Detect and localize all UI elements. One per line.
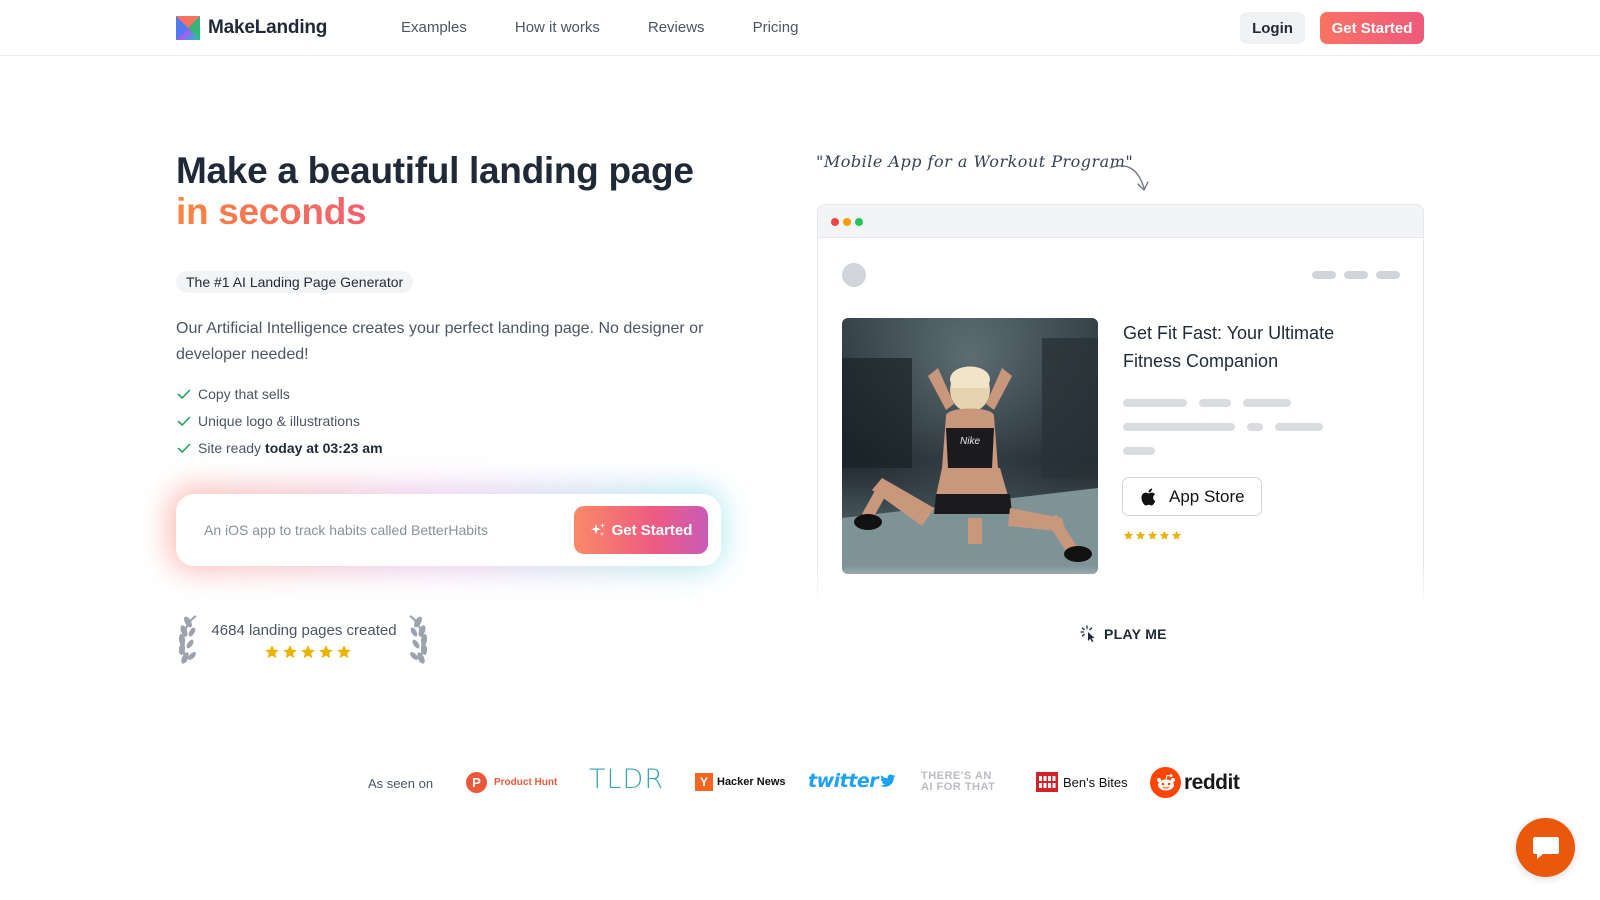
apple-icon — [1141, 488, 1156, 506]
brand[interactable]: MakeLanding — [176, 16, 327, 40]
nav-link-pricing[interactable]: Pricing — [753, 19, 799, 36]
cursor-click-icon — [1080, 625, 1095, 642]
top-nav: MakeLanding Examples How it works Review… — [0, 0, 1600, 56]
feature-text: Unique logo & illustrations — [198, 412, 360, 429]
star-icon — [283, 645, 297, 659]
preview-handnote: "Mobile App for a Workout Program" — [816, 152, 1134, 171]
mock-text-placeholder — [1123, 399, 1187, 407]
hero-badge: The #1 AI Landing Page Generator — [176, 271, 414, 293]
curved-arrow-icon — [1109, 165, 1149, 191]
prompt-form: Get Started — [176, 494, 721, 566]
twitter-bird-icon — [880, 774, 896, 787]
svg-text:Nike: Nike — [960, 436, 980, 447]
star-icon — [1135, 530, 1146, 540]
hero-title-highlight: in seconds — [176, 191, 367, 232]
mock-rating — [1123, 530, 1182, 541]
landing-pages-created: 4684 landing pages created — [211, 622, 397, 639]
appstore-button[interactable]: App Store — [1122, 477, 1262, 516]
mock-nav-placeholder — [1376, 271, 1400, 279]
chat-bubble-icon — [1532, 836, 1559, 859]
aift-text-line2: AI FOR THAT — [921, 781, 996, 793]
bensbites-teeth-icon — [1039, 776, 1056, 788]
star-icon — [1159, 530, 1170, 540]
check-icon — [177, 416, 191, 426]
star-icon — [319, 645, 333, 659]
hackernews-icon: Y — [695, 773, 713, 791]
makelanding-logo-icon — [176, 16, 200, 40]
twitter-text: twitter — [808, 770, 879, 792]
laurel-right-icon — [409, 615, 428, 664]
mock-text-placeholder — [1199, 399, 1231, 407]
as-seen-on-label: As seen on — [368, 776, 434, 791]
mock-nav-placeholder — [1344, 271, 1368, 279]
bensbites-logo[interactable]: Ben's Bites — [1036, 772, 1128, 792]
nav-links: Examples How it works Reviews Pricing — [401, 19, 798, 36]
login-button[interactable]: Login — [1240, 12, 1305, 44]
tldr-text: TLDR — [589, 764, 665, 795]
chat-launcher-button[interactable] — [1516, 818, 1575, 877]
mock-text-placeholder — [1243, 399, 1291, 407]
window-minimize-dot — [843, 218, 851, 226]
reddit-alien-icon — [1150, 767, 1181, 798]
hackernews-logo[interactable]: Y Hacker News — [695, 773, 786, 791]
prompt-input[interactable] — [204, 494, 544, 566]
mock-nav-placeholder — [1312, 271, 1336, 279]
reddit-face-icon — [1156, 773, 1175, 790]
hero-title-line1: Make a beautiful landing page — [176, 150, 694, 191]
star-icon — [1171, 530, 1182, 540]
hackernews-text: Hacker News — [717, 776, 786, 788]
feature-item: Site ready today at 03:23 am — [176, 434, 383, 461]
workout-photo: Nike — [842, 318, 1098, 574]
bensbites-icon — [1036, 772, 1058, 792]
mock-text-placeholder — [1247, 423, 1263, 431]
browser-titlebar — [818, 205, 1423, 238]
producthunt-text: Product Hunt — [494, 777, 558, 788]
mock-text-placeholder — [1275, 423, 1323, 431]
bensbites-text: Ben's Bites — [1063, 774, 1128, 790]
reddit-text: reddit — [1184, 770, 1240, 794]
nav-get-started-button[interactable]: Get Started — [1320, 12, 1424, 44]
play-me-button[interactable]: PLAY ME — [1080, 625, 1167, 643]
check-icon — [177, 443, 191, 453]
producthunt-logo[interactable]: P Product Hunt — [466, 772, 557, 793]
theresanaiforthat-logo[interactable]: THERE'S AN AI FOR THAT — [921, 771, 995, 793]
feature-item: Unique logo & illustrations — [176, 407, 383, 434]
feature-text: Site ready — [198, 439, 262, 456]
nav-link-how-it-works[interactable]: How it works — [515, 19, 600, 36]
producthunt-icon: P — [466, 772, 487, 793]
hero-description: Our Artificial Intelligence creates your… — [176, 320, 704, 363]
feature-text: Copy that sells — [198, 385, 290, 402]
mock-logo-placeholder — [842, 263, 866, 287]
prompt-get-started-button[interactable]: Get Started — [574, 506, 708, 554]
reddit-logo[interactable]: reddit — [1150, 767, 1240, 798]
brand-name: MakeLanding — [208, 17, 328, 38]
site-ready-time: today at 03:23 am — [265, 439, 383, 456]
star-icon — [1123, 530, 1134, 540]
star-icon — [265, 645, 279, 659]
check-icon — [177, 389, 191, 399]
prompt-button-label: Get Started — [611, 521, 693, 539]
feature-list: Copy that sells Unique logo & illustrati… — [176, 380, 383, 461]
mock-text-placeholder — [1123, 447, 1155, 455]
preview-browser-window: Nike Get Fit Fast: Your Ultimate Fitness… — [817, 204, 1424, 604]
feature-item: Copy that sells — [176, 380, 383, 407]
window-close-dot — [831, 218, 839, 226]
star-icon — [337, 645, 351, 659]
mock-text-placeholder — [1123, 423, 1235, 431]
window-maximize-dot — [855, 218, 863, 226]
nav-link-examples[interactable]: Examples — [401, 19, 467, 36]
star-icon — [1147, 530, 1158, 540]
play-me-label: PLAY ME — [1104, 626, 1167, 642]
appstore-label: App Store — [1169, 486, 1245, 506]
created-rating — [264, 644, 352, 660]
tldr-logo[interactable]: TLDR — [589, 764, 664, 795]
sparkles-icon — [590, 523, 605, 536]
twitter-logo[interactable]: twitter — [808, 770, 896, 792]
hero-title: Make a beautiful landing page in seconds — [176, 150, 694, 232]
mock-headline: Get Fit Fast: Your Ultimate Fitness Comp… — [1123, 323, 1335, 371]
nav-link-reviews[interactable]: Reviews — [648, 19, 705, 36]
preview-fade — [795, 565, 1445, 620]
star-icon — [301, 645, 315, 659]
laurel-left-icon — [178, 615, 197, 664]
